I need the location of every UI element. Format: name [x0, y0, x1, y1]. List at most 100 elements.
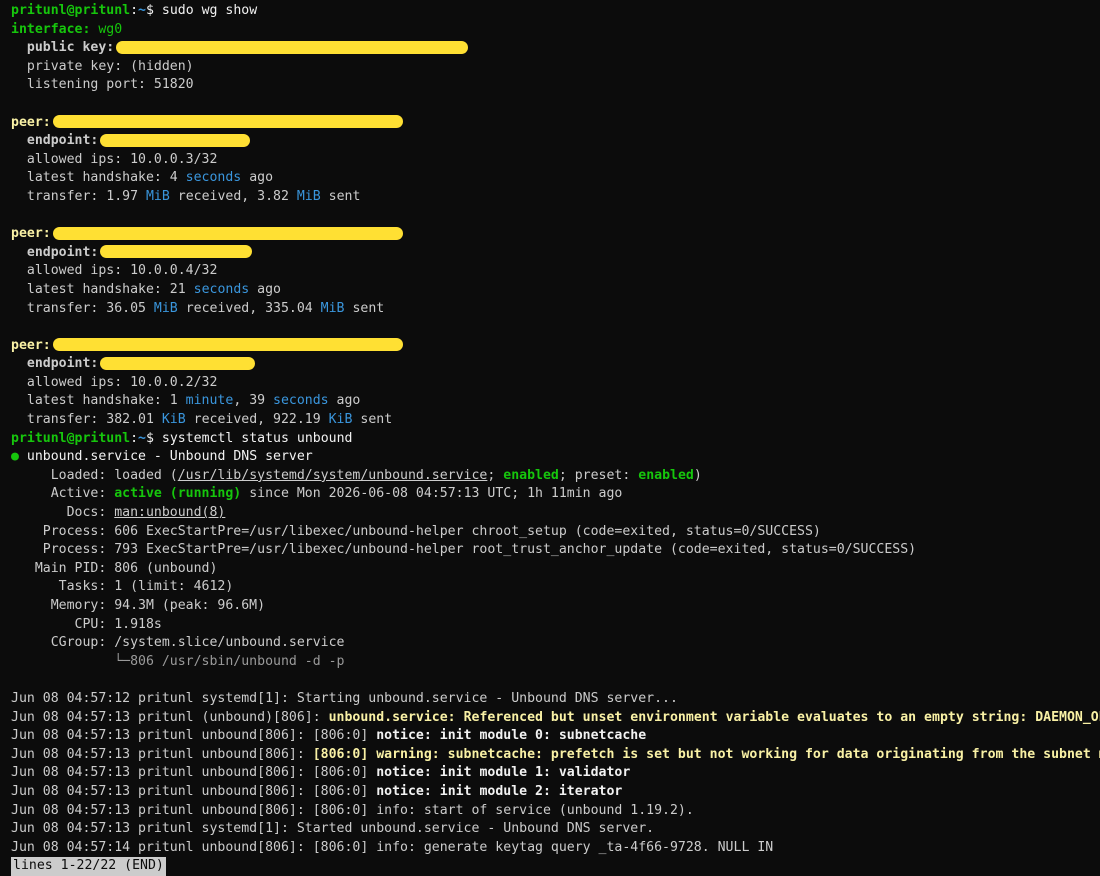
loaded-prefix: Loaded: loaded ( [11, 467, 178, 483]
log-line: Jun 08 04:57:13 pritunl unbound[806]: [8… [11, 727, 1100, 746]
transfer-suffix: sent [320, 188, 361, 204]
endpoint-label: endpoint: [11, 244, 99, 260]
handshake-prefix: latest handshake: 21 [11, 281, 194, 297]
transfer-prefix: transfer: 1.97 [11, 188, 146, 204]
log-line: Jun 08 04:57:13 pritunl unbound[806]: [8… [11, 764, 1100, 783]
endpoint-label: endpoint: [11, 133, 99, 149]
handshake-unit: seconds [273, 393, 329, 409]
transfer-unit: MiB [153, 300, 178, 316]
status-bullet-icon: ● [11, 449, 19, 465]
handshake-suffix: ago [249, 281, 281, 297]
redacted-endpoint [100, 356, 256, 370]
service-title-line: ● unbound.service - Unbound DNS server [11, 448, 1100, 467]
redacted-endpoint [100, 133, 251, 147]
log-prefix: Jun 08 04:57:13 pritunl (unbound)[806]: [11, 709, 329, 725]
transfer-unit: MiB [320, 300, 345, 316]
transfer-line: transfer: 1.97 MiB received, 3.82 MiB se… [11, 188, 1100, 207]
log-line: Jun 08 04:57:12 pritunl systemd[1]: Star… [11, 690, 678, 706]
transfer-line: transfer: 36.05 MiB received, 335.04 MiB… [11, 300, 1100, 319]
transfer-mid: received, 922.19 [185, 412, 329, 428]
endpoint-line: endpoint: [11, 244, 1100, 263]
log-prefix: Jun 08 04:57:13 pritunl unbound[806]: [8… [11, 728, 377, 744]
handshake-prefix: latest handshake: 4 [11, 170, 186, 186]
interface-label: interface: [11, 21, 91, 37]
wg-private-key-line: private key: (hidden) [11, 58, 194, 74]
active-line: Active: active (running) since Mon 2026-… [11, 485, 1100, 504]
transfer-unit: KiB [328, 412, 353, 428]
cgroup-child-line: └─806 /usr/sbin/unbound -d -p [11, 653, 345, 669]
prompt-user-host: pritunl@pritunl [11, 430, 131, 446]
public-key-label: public key: [11, 40, 115, 56]
redacted-peer-key [52, 115, 403, 129]
transfer-mid: received, 335.04 [177, 300, 321, 316]
handshake-unit: seconds [185, 170, 242, 186]
peer-line: peer: [11, 225, 1100, 244]
transfer-prefix: transfer: 36.05 [11, 300, 154, 316]
log-line: Jun 08 04:57:13 pritunl unbound[806]: [8… [11, 783, 1100, 802]
wg-interface-line: interface: wg0 [11, 21, 1100, 40]
command-text: systemctl status unbound [161, 430, 353, 446]
log-prefix: Jun 08 04:57:13 pritunl unbound[806]: [8… [11, 765, 377, 781]
docs-link[interactable]: man:unbound(8) [114, 505, 225, 520]
prompt-path: ~ [138, 3, 146, 18]
log-warning: unbound.service: Referenced but unset en… [328, 709, 1100, 725]
redacted-peer-key [52, 226, 403, 240]
handshake-mid: , 39 [233, 393, 274, 409]
handshake-prefix: latest handshake: 1 [11, 393, 186, 409]
handshake-unit: seconds [193, 281, 250, 297]
pager-status-line: lines 1-22/22 (END) [11, 857, 1100, 876]
cpu-line: CPU: 1.918s [11, 616, 162, 632]
transfer-suffix: sent [344, 300, 385, 316]
process-line: Process: 606 ExecStartPre=/usr/libexec/u… [11, 523, 821, 539]
allowed-ips-line: allowed ips: 10.0.0.4/32 [11, 263, 218, 279]
peer-label: peer: [11, 337, 51, 353]
preset-state: enabled [638, 467, 694, 483]
transfer-unit: MiB [145, 188, 170, 204]
peer-label: peer: [11, 114, 51, 130]
log-warning: [806:0] warning: subnetcache: prefetch i… [312, 746, 1100, 762]
transfer-mid: received, 3.82 [169, 188, 297, 204]
service-title: unbound.service - Unbound DNS server [18, 449, 313, 465]
handshake-unit: minute [185, 393, 234, 409]
log-line: Jun 08 04:57:14 pritunl unbound[806]: [8… [11, 839, 774, 855]
log-prefix: Jun 08 04:57:13 pritunl unbound[806]: [8… [11, 783, 377, 799]
preset-label: ; preset: [558, 467, 639, 483]
endpoint-line: endpoint: [11, 132, 1100, 151]
active-state: active (running) [114, 486, 242, 502]
docs-label: Docs: [11, 505, 115, 521]
prompt-line-2: pritunl@pritunl:~$ systemctl status unbo… [11, 430, 1100, 449]
handshake-line: latest handshake: 1 minute, 39 seconds a… [11, 392, 1100, 411]
loaded-suffix: ) [693, 467, 702, 483]
transfer-unit: MiB [296, 188, 321, 204]
active-label: Active: [11, 486, 115, 502]
terminal-window[interactable]: pritunl@pritunl:~$ sudo wg show interfac… [0, 0, 1100, 876]
transfer-unit: KiB [161, 412, 186, 428]
process-line: Process: 793 ExecStartPre=/usr/libexec/u… [11, 542, 917, 558]
allowed-ips-line: allowed ips: 10.0.0.2/32 [11, 374, 218, 390]
transfer-line: transfer: 382.01 KiB received, 922.19 Ki… [11, 411, 1100, 430]
prompt-sep: : [130, 430, 139, 446]
loaded-line: Loaded: loaded (/usr/lib/systemd/system/… [11, 467, 1100, 486]
prompt-dollar: $ [146, 430, 154, 446]
log-line: Jun 08 04:57:13 pritunl unbound[806]: [8… [11, 802, 694, 818]
pager-status[interactable]: lines 1-22/22 (END) [11, 857, 166, 876]
peer-line: peer: [11, 114, 1100, 133]
log-notice: notice: init module 1: validator [376, 765, 631, 781]
cgroup-line: CGroup: /system.slice/unbound.service [11, 635, 345, 651]
prompt-dollar: $ [146, 3, 154, 18]
unit-file-link[interactable]: /usr/lib/systemd/system/unbound.service [178, 468, 488, 483]
docs-line: Docs: man:unbound(8) [11, 504, 1100, 523]
memory-line: Memory: 94.3M (peak: 96.6M) [11, 598, 266, 613]
log-notice: notice: init module 2: iterator [376, 783, 623, 799]
interface-name: wg0 [98, 21, 123, 37]
log-line: Jun 08 04:57:13 pritunl unbound[806]: [8… [11, 746, 1100, 765]
prompt-sep: : [130, 3, 139, 18]
wg-public-key-line: public key: [11, 39, 1100, 58]
endpoint-line: endpoint: [11, 355, 1100, 374]
active-since: since Mon 2026-06-08 04:57:13 UTC; 1h 11… [241, 486, 623, 502]
endpoint-label: endpoint: [11, 356, 99, 372]
log-line: Jun 08 04:57:13 pritunl systemd[1]: Star… [11, 821, 655, 837]
log-notice: notice: init module 0: subnetcache [376, 728, 647, 744]
